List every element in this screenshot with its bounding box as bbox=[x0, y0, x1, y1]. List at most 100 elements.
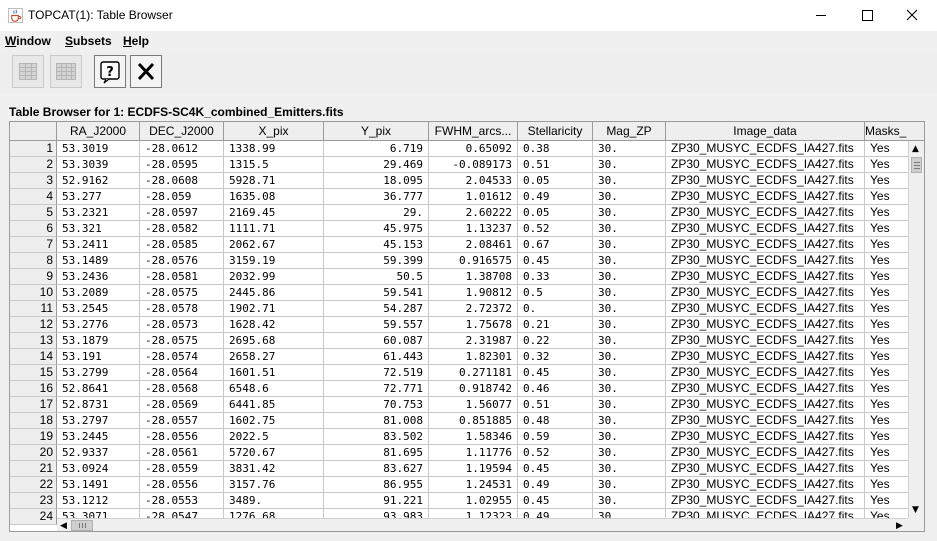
x-pix-cell[interactable]: 2695.68 bbox=[224, 333, 324, 349]
x-pix-cell[interactable]: 3159.19 bbox=[224, 253, 324, 269]
ra-j2000-cell[interactable]: 53.1489 bbox=[57, 253, 140, 269]
fwhm-cell[interactable]: 1.38708 bbox=[429, 269, 518, 285]
y-pix-cell[interactable]: 61.443 bbox=[324, 349, 429, 365]
image-data-cell[interactable]: ZP30_MUSYC_ECDFS_IA427.fits bbox=[666, 253, 865, 269]
dec-j2000-cell[interactable]: -28.0581 bbox=[140, 269, 224, 285]
y-pix-cell[interactable]: 81.695 bbox=[324, 445, 429, 461]
y-pix-cell[interactable]: 91.221 bbox=[324, 493, 429, 509]
row-number[interactable]: 20 bbox=[10, 445, 57, 461]
scroll-left-icon[interactable]: ◀ bbox=[60, 521, 67, 531]
fwhm-cell[interactable]: 1.01612 bbox=[429, 189, 518, 205]
fwhm-cell[interactable]: 1.11776 bbox=[429, 445, 518, 461]
fwhm-cell[interactable]: 0.916575 bbox=[429, 253, 518, 269]
stellaricity-cell[interactable]: 0.05 bbox=[518, 173, 593, 189]
ra-j2000-cell[interactable]: 52.9337 bbox=[57, 445, 140, 461]
row-number[interactable]: 13 bbox=[10, 333, 57, 349]
y-pix-cell[interactable]: 6.719 bbox=[324, 141, 429, 157]
table-row[interactable]: 15 53.2799 -28.0564 1601.51 72.519 0.271181 0.… bbox=[10, 365, 924, 381]
y-pix-cell[interactable]: 72.519 bbox=[324, 365, 429, 381]
x-pix-cell[interactable]: 3831.42 bbox=[224, 461, 324, 477]
stellaricity-cell[interactable]: 0. bbox=[518, 301, 593, 317]
x-pix-cell[interactable]: 1628.42 bbox=[224, 317, 324, 333]
ra-j2000-cell[interactable]: 53.2797 bbox=[57, 413, 140, 429]
table-row[interactable]: 23 53.1212 -28.0553 3489. 91.221 1.02955 0.45 3… bbox=[10, 493, 924, 509]
image-data-cell[interactable]: ZP30_MUSYC_ECDFS_IA427.fits bbox=[666, 333, 865, 349]
x-pix-cell[interactable]: 6441.85 bbox=[224, 397, 324, 413]
ra-j2000-cell[interactable]: 53.0924 bbox=[57, 461, 140, 477]
scroll-up-icon[interactable]: ▲ bbox=[912, 144, 919, 154]
mag-zp-cell[interactable]: 30. bbox=[593, 397, 666, 413]
x-pix-cell[interactable]: 5720.67 bbox=[224, 445, 324, 461]
ra-j2000-cell[interactable]: 53.2436 bbox=[57, 269, 140, 285]
dec-j2000-cell[interactable]: -28.0575 bbox=[140, 285, 224, 301]
row-number[interactable]: 24 bbox=[10, 509, 57, 525]
y-pix-cell[interactable]: 59.399 bbox=[324, 253, 429, 269]
stellaricity-cell[interactable]: 0.52 bbox=[518, 445, 593, 461]
y-pix-cell[interactable]: 50.5 bbox=[324, 269, 429, 285]
y-pix-cell[interactable]: 45.975 bbox=[324, 221, 429, 237]
close-window-button[interactable] bbox=[130, 55, 162, 88]
fwhm-cell[interactable]: 1.56077 bbox=[429, 397, 518, 413]
row-number[interactable]: 17 bbox=[10, 397, 57, 413]
ra-j2000-cell[interactable]: 53.1491 bbox=[57, 477, 140, 493]
dec-j2000-cell[interactable]: -28.0568 bbox=[140, 381, 224, 397]
stellaricity-header[interactable]: Stellaricity bbox=[518, 122, 593, 141]
fwhm-cell[interactable]: 1.75678 bbox=[429, 317, 518, 333]
image-data-cell[interactable]: ZP30_MUSYC_ECDFS_IA427.fits bbox=[666, 205, 865, 221]
fwhm-cell[interactable]: 0.271181 bbox=[429, 365, 518, 381]
fwhm-cell[interactable]: 1.82301 bbox=[429, 349, 518, 365]
x-pix-cell[interactable]: 5928.71 bbox=[224, 173, 324, 189]
x-pix-cell[interactable]: 2022.5 bbox=[224, 429, 324, 445]
mag-zp-cell[interactable]: 30. bbox=[593, 493, 666, 509]
fwhm-cell[interactable]: 2.72372 bbox=[429, 301, 518, 317]
x-pix-cell[interactable]: 3489. bbox=[224, 493, 324, 509]
x-pix-cell[interactable]: 3157.76 bbox=[224, 477, 324, 493]
y-pix-cell[interactable]: 59.541 bbox=[324, 285, 429, 301]
x-pix-cell[interactable]: 1902.71 bbox=[224, 301, 324, 317]
dec-j2000-cell[interactable]: -28.059 bbox=[140, 189, 224, 205]
mag-zp-cell[interactable]: 30. bbox=[593, 333, 666, 349]
vertical-scrollbar[interactable]: ▲ ▼ bbox=[908, 141, 924, 518]
x-pix-cell[interactable]: 2658.27 bbox=[224, 349, 324, 365]
stellaricity-cell[interactable]: 0.59 bbox=[518, 429, 593, 445]
image-data-cell[interactable]: ZP30_MUSYC_ECDFS_IA427.fits bbox=[666, 285, 865, 301]
mag-zp-cell[interactable]: 30. bbox=[593, 205, 666, 221]
mag-zp-cell[interactable]: 30. bbox=[593, 285, 666, 301]
x-pix-cell[interactable]: 2169.45 bbox=[224, 205, 324, 221]
row-number[interactable]: 21 bbox=[10, 461, 57, 477]
ra-j2000-cell[interactable]: 53.3039 bbox=[57, 157, 140, 173]
fwhm-cell[interactable]: 2.08461 bbox=[429, 237, 518, 253]
mag-zp-cell[interactable]: 30. bbox=[593, 253, 666, 269]
stellaricity-cell[interactable]: 0.45 bbox=[518, 253, 593, 269]
table-row[interactable]: 7 53.2411 -28.0585 2062.67 45.153 2.08461 0.67… bbox=[10, 237, 924, 253]
table-row[interactable]: 5 53.2321 -28.0597 2169.45 29. 2.60222 0.05 30.… bbox=[10, 205, 924, 221]
maximize-button[interactable] bbox=[844, 0, 890, 31]
image-data-cell[interactable]: ZP30_MUSYC_ECDFS_IA427.fits bbox=[666, 317, 865, 333]
table-row[interactable]: 6 53.321 -28.0582 1111.71 45.975 1.13237 0.52 3… bbox=[10, 221, 924, 237]
scroll-right-icon[interactable]: ▶ bbox=[896, 521, 903, 531]
y-pix-cell[interactable]: 86.955 bbox=[324, 477, 429, 493]
ra-j2000-header[interactable]: RA_J2000 bbox=[57, 122, 140, 141]
ra-j2000-cell[interactable]: 53.2799 bbox=[57, 365, 140, 381]
fwhm-cell[interactable]: 2.04533 bbox=[429, 173, 518, 189]
y-pix-cell[interactable]: 36.777 bbox=[324, 189, 429, 205]
menu-subsets[interactable]: Subsets bbox=[65, 34, 112, 48]
table-row[interactable]: 2 53.3039 -28.0595 1315.5 29.469 -0.089173 0.5… bbox=[10, 157, 924, 173]
table-row[interactable]: 22 53.1491 -28.0556 3157.76 86.955 1.24531 0.4… bbox=[10, 477, 924, 493]
stellaricity-cell[interactable]: 0.46 bbox=[518, 381, 593, 397]
y-pix-cell[interactable]: 54.287 bbox=[324, 301, 429, 317]
image-data-header[interactable]: Image_data bbox=[666, 122, 865, 141]
y-pix-cell[interactable]: 72.771 bbox=[324, 381, 429, 397]
table-row[interactable]: 10 53.2089 -28.0575 2445.86 59.541 1.90812 0.5… bbox=[10, 285, 924, 301]
table-row[interactable]: 14 53.191 -28.0574 2658.27 61.443 1.82301 0.32… bbox=[10, 349, 924, 365]
image-data-cell[interactable]: ZP30_MUSYC_ECDFS_IA427.fits bbox=[666, 429, 865, 445]
dec-j2000-cell[interactable]: -28.0557 bbox=[140, 413, 224, 429]
row-number[interactable]: 4 bbox=[10, 189, 57, 205]
dec-j2000-cell[interactable]: -28.0553 bbox=[140, 493, 224, 509]
x-pix-cell[interactable]: 2445.86 bbox=[224, 285, 324, 301]
mag-zp-cell[interactable]: 30. bbox=[593, 237, 666, 253]
row-number[interactable]: 19 bbox=[10, 429, 57, 445]
dec-j2000-cell[interactable]: -28.0556 bbox=[140, 477, 224, 493]
y-pix-cell[interactable]: 18.095 bbox=[324, 173, 429, 189]
table-row[interactable]: 3 52.9162 -28.0608 5928.71 18.095 2.04533 0.05… bbox=[10, 173, 924, 189]
